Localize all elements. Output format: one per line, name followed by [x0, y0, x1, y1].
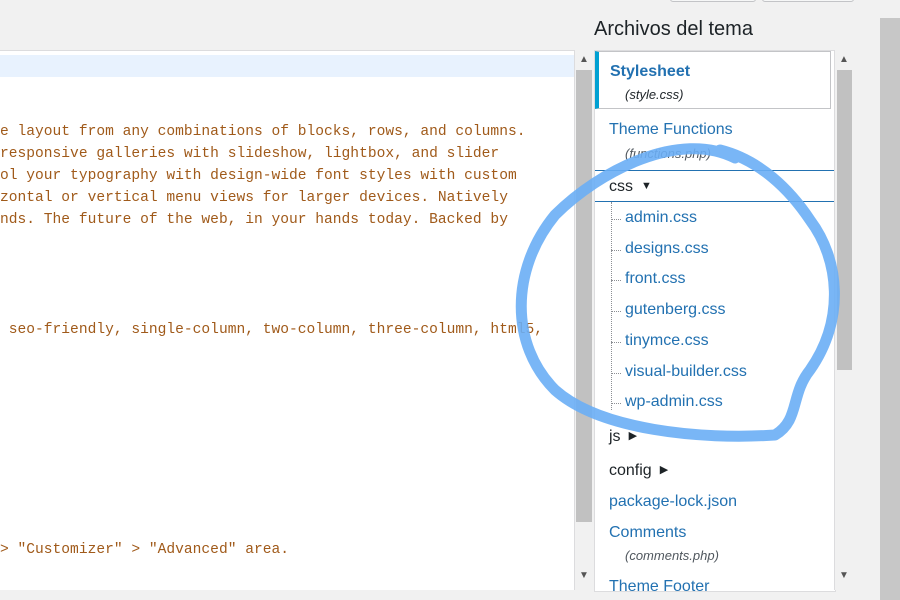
file-front-css[interactable]: front.css — [610, 270, 685, 288]
file-theme-functions[interactable]: Theme Functions — [609, 121, 733, 139]
file-gutenberg-css[interactable]: gutenberg.css — [611, 301, 726, 319]
file-theme-footer[interactable]: Theme Footer — [609, 578, 709, 591]
code-line-1: e layout from any combinations of blocks… — [0, 124, 526, 140]
folder-js-label: js — [609, 428, 621, 445]
scroll-up-icon[interactable]: ▲ — [579, 54, 589, 65]
folder-config[interactable]: config ▶ — [609, 462, 668, 480]
file-admin-css[interactable]: admin.css — [610, 209, 697, 227]
editor-scrollbar-thumb[interactable] — [576, 70, 592, 522]
window-scrollbar[interactable] — [880, 18, 900, 600]
scroll-down-icon[interactable]: ▼ — [579, 570, 589, 581]
folder-divider-bottom — [595, 201, 835, 202]
file-visual-builder-css[interactable]: visual-builder.css — [611, 363, 747, 381]
folder-config-label: config — [609, 462, 652, 479]
file-designs-css[interactable]: designs.css — [611, 240, 709, 258]
folder-js[interactable]: js ▶ — [609, 428, 637, 446]
scroll-down-icon[interactable]: ▼ — [839, 570, 849, 581]
code-line-4: zontal or vertical menu views for larger… — [0, 190, 508, 206]
folder-divider-top — [595, 170, 835, 171]
editor-scrollbar[interactable]: ▲ ▼ — [574, 50, 593, 590]
file-list-scrollbar[interactable]: ▲ ▼ — [834, 50, 854, 590]
code-editor[interactable]: e layout from any combinations of blocks… — [0, 50, 574, 592]
file-package-lock[interactable]: package-lock.json — [609, 493, 737, 511]
folder-css-label: css — [609, 178, 633, 195]
scroll-up-icon[interactable]: ▲ — [839, 54, 849, 65]
top-button-left[interactable] — [670, 0, 756, 2]
triangle-right-icon: ▶ — [659, 464, 669, 476]
active-line-highlight — [0, 55, 574, 77]
theme-files-title: Archivos del tema — [594, 18, 753, 40]
file-theme-functions-filename: (functions.php) — [625, 146, 711, 161]
triangle-down-icon: ▼ — [641, 180, 652, 192]
code-line-customizer: > "Customizer" > "Advanced" area. — [0, 542, 290, 558]
file-stylesheet[interactable]: Stylesheet (style.css) — [595, 51, 831, 109]
top-button-right[interactable] — [762, 0, 854, 2]
file-tinymce-css[interactable]: tinymce.css — [611, 332, 709, 350]
code-line-3: ol your typography with design-wide font… — [0, 168, 517, 184]
editor-bottom-bar — [0, 590, 592, 600]
code-line-2: responsive galleries with slideshow, lig… — [0, 146, 500, 162]
file-stylesheet-label: Stylesheet — [610, 63, 691, 80]
file-comments[interactable]: Comments — [609, 524, 686, 542]
file-stylesheet-filename: (style.css) — [625, 87, 684, 102]
tree-guide — [611, 202, 612, 410]
code-line-5: nds. The future of the web, in your hand… — [0, 212, 508, 228]
file-comments-filename: (comments.php) — [625, 548, 719, 563]
file-wp-admin-css[interactable]: wp-admin.css — [611, 393, 723, 411]
triangle-right-icon: ▶ — [628, 430, 638, 442]
file-list-scrollbar-thumb[interactable] — [837, 70, 852, 370]
theme-file-list: Stylesheet (style.css) Theme Functions (… — [594, 50, 836, 592]
code-line-tags: seo-friendly, single-column, two-column,… — [0, 322, 543, 338]
folder-css[interactable]: css ▼ — [609, 178, 652, 196]
